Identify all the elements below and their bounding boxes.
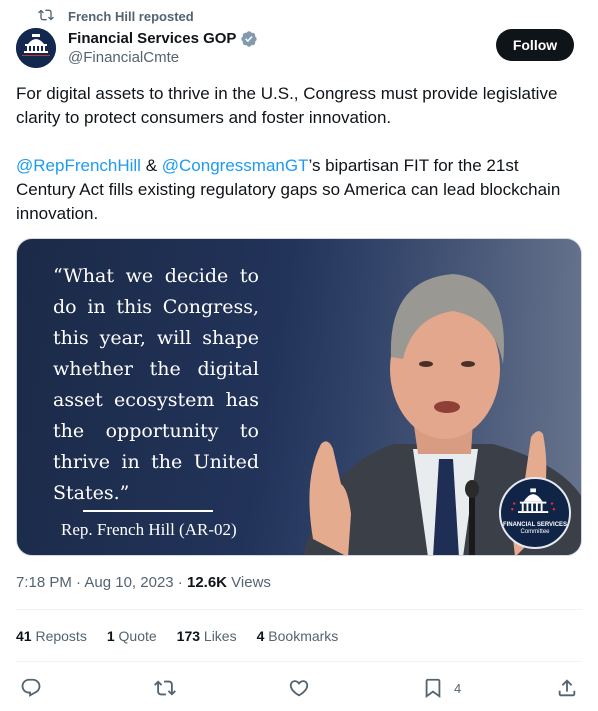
reposts-label: Reposts [31,628,87,644]
likes-stat[interactable]: 173 Likes [177,628,237,644]
reposts-count: 41 [16,628,32,644]
views-count: 12.6K [186,574,228,591]
repost-label: French Hill reposted [68,8,194,24]
repost-icon [38,7,54,26]
like-button[interactable] [288,672,310,704]
heart-icon [288,677,310,699]
divider [16,661,582,662]
mention-link[interactable]: @CongressmanGT [162,156,309,175]
tweet-actions: 4 [16,672,582,704]
author-name-row[interactable]: Financial Services GOP [68,29,258,48]
seal-line-1: FINANCIAL SERVICES [502,522,568,528]
verified-badge-icon[interactable] [240,30,258,48]
divider [16,609,582,610]
reply-button[interactable] [20,672,42,704]
bookmark-count: 4 [454,680,462,696]
tweet-date[interactable]: Aug 10, 2023 [84,574,173,591]
author-handle[interactable]: @FinancialCmte [68,48,258,68]
quotes-count: 1 [106,628,115,644]
bookmark-icon [422,677,444,699]
mention-link[interactable]: @RepFrenchHill [16,156,141,175]
committee-seal-logo: FINANCIAL SERVICES Committee [499,477,571,549]
seal-line-2: Committee [520,529,550,535]
meta-separator: · [71,574,85,591]
tweet-meta: 7:18 PM · Aug 10, 2023 · 12.6K Views [16,574,271,591]
tweet-paragraph-2: @RepFrenchHill & @CongressmanGT’s bipart… [16,154,582,226]
likes-count: 173 [176,628,201,644]
ampersand-text: & [140,156,162,175]
share-icon [556,677,578,699]
bookmarks-stat[interactable]: 4 Bookmarks [257,628,339,644]
repost-context[interactable]: French Hill reposted [38,8,194,24]
reply-icon [20,677,42,699]
author-info: Financial Services GOP @FinancialCmte [68,29,258,68]
likes-label: Likes [200,628,237,644]
follow-button[interactable]: Follow [496,29,574,61]
media-divider [83,510,213,512]
tweet-text: For digital assets to thrive in the U.S.… [16,82,582,250]
quotes-label: Quote [114,628,157,644]
tweet-time[interactable]: 7:18 PM [16,574,72,591]
share-button[interactable] [556,672,578,704]
seal-text: FINANCIAL SERVICES Committee [501,522,569,536]
tweet-paragraph-1: For digital assets to thrive in the U.S.… [16,84,558,127]
engagement-stats: 41 Reposts 1 Quote 173 Likes 4 Bookmarks [16,628,338,644]
media-attribution: Rep. French Hill (AR-02) [61,520,237,539]
meta-separator: · [173,574,187,591]
tweet-media-image[interactable]: “What we decide to do in this Congress, … [16,238,582,556]
repost-button[interactable] [154,672,176,704]
reposts-stat[interactable]: 41 Reposts [16,628,87,644]
bookmarks-label: Bookmarks [264,628,339,644]
quotes-stat[interactable]: 1 Quote [107,628,157,644]
media-quote-text: “What we decide to do in this Congress, … [53,265,259,504]
views-label: Views [227,574,271,591]
bookmark-button[interactable]: 4 [422,672,461,704]
tweet-header: Financial Services GOP @FinancialCmte Fo… [16,28,582,72]
avatar[interactable] [16,28,56,68]
author-display-name[interactable]: Financial Services GOP [68,29,236,48]
repost-icon [154,677,176,699]
